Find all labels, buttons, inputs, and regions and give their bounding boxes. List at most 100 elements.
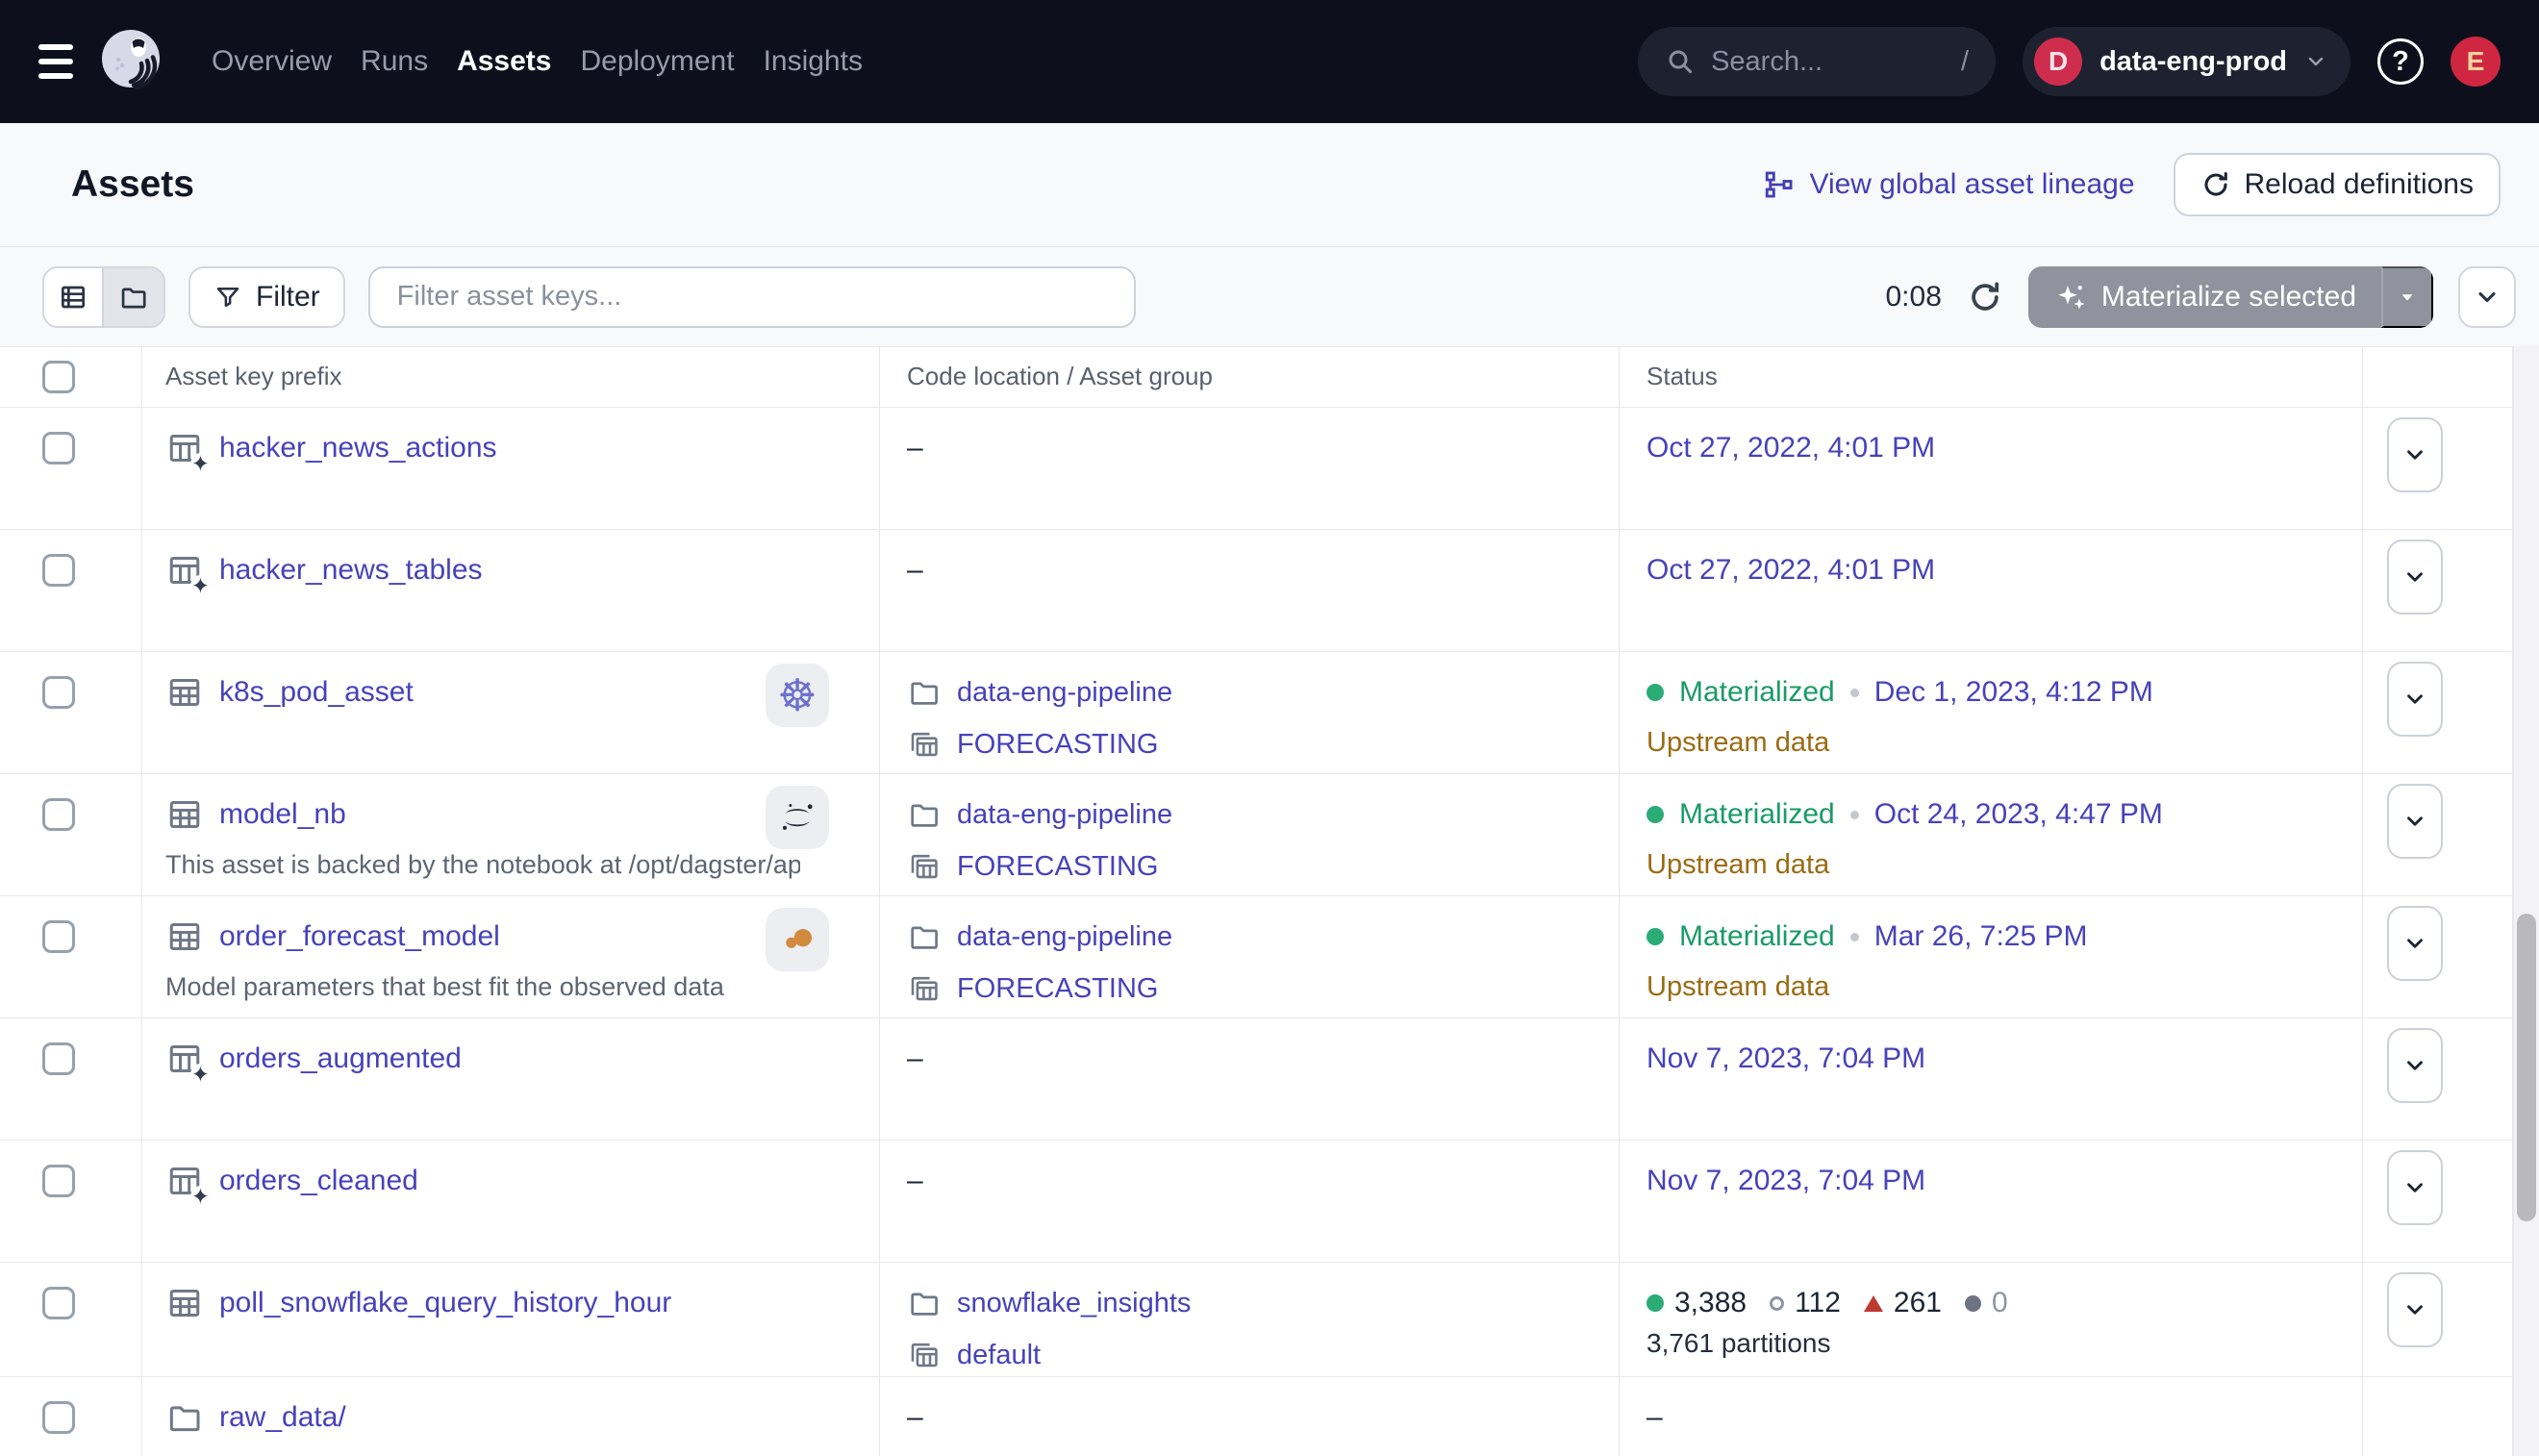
materialize-selected-button[interactable]: Materialize selected bbox=[2028, 266, 2381, 328]
nav-tab-assets[interactable]: Assets bbox=[457, 36, 551, 88]
code-location-link[interactable]: data-eng-pipeline bbox=[957, 799, 1172, 831]
asset-link[interactable]: model_nb bbox=[219, 798, 346, 831]
menu-button[interactable] bbox=[38, 44, 73, 79]
chevron-down-icon bbox=[2402, 687, 2427, 712]
materialization-date-link[interactable]: Oct 24, 2023, 4:47 PM bbox=[1874, 798, 2163, 831]
asset-group-link[interactable]: FORECASTING bbox=[957, 851, 1158, 883]
jupyter-icon bbox=[776, 796, 818, 839]
asset-link[interactable]: hacker_news_tables bbox=[219, 554, 483, 587]
folder-icon bbox=[907, 919, 942, 954]
table-row: raw_data/ – – bbox=[0, 1377, 2513, 1456]
materialized-status-dot bbox=[1647, 684, 1664, 701]
expand-row-button[interactable] bbox=[2387, 540, 2443, 615]
code-location-link[interactable]: data-eng-pipeline bbox=[957, 921, 1172, 953]
materialization-date-link[interactable]: Oct 27, 2022, 4:01 PM bbox=[1647, 432, 1935, 464]
column-header-asset-key: Asset key prefix bbox=[165, 362, 342, 390]
chevron-down-icon bbox=[2402, 565, 2427, 590]
expand-row-button[interactable] bbox=[2387, 1150, 2443, 1225]
asset-table-sparkle-icon: ✦ bbox=[165, 1040, 204, 1078]
table-icon bbox=[165, 917, 204, 956]
assets-table: Asset key prefix Code location / Asset g… bbox=[0, 346, 2513, 1456]
workspace-switcher[interactable]: D data-eng-prod bbox=[2023, 27, 2350, 96]
expand-row-button[interactable] bbox=[2387, 1028, 2443, 1103]
expand-row-button[interactable] bbox=[2387, 1272, 2443, 1347]
folder-icon bbox=[165, 1398, 204, 1437]
global-search[interactable]: / bbox=[1638, 27, 1996, 96]
asset-link[interactable]: orders_augmented bbox=[219, 1042, 462, 1075]
failed-partition-count: 261 bbox=[1864, 1287, 1942, 1319]
upstream-data-label: Upstream data bbox=[1647, 721, 2335, 764]
chevron-down-icon bbox=[2402, 1053, 2427, 1078]
flat-view-button[interactable] bbox=[44, 268, 104, 326]
help-button[interactable]: ? bbox=[2377, 38, 2424, 85]
materialization-date-link[interactable]: Nov 7, 2023, 7:04 PM bbox=[1647, 1165, 1925, 1197]
no-location-dash: – bbox=[907, 1165, 923, 1196]
asset-group-link[interactable]: default bbox=[957, 1340, 1041, 1371]
materialized-status-dot bbox=[1647, 928, 1664, 945]
row-checkbox[interactable] bbox=[42, 1401, 75, 1434]
nav-tab-runs[interactable]: Runs bbox=[361, 36, 428, 88]
missing-dot-icon bbox=[1965, 1295, 1981, 1312]
table-rows-icon bbox=[58, 282, 88, 313]
row-checkbox[interactable] bbox=[42, 554, 75, 587]
row-checkbox[interactable] bbox=[42, 920, 75, 953]
directory-view-button[interactable] bbox=[104, 268, 163, 326]
nav-tab-insights[interactable]: Insights bbox=[764, 36, 863, 88]
workspace-initial-badge: D bbox=[2034, 38, 2082, 86]
scrollbar-thumb[interactable] bbox=[2517, 914, 2536, 1221]
row-checkbox[interactable] bbox=[42, 1165, 75, 1197]
asset-link[interactable]: poll_snowflake_query_history_hour bbox=[219, 1287, 671, 1319]
hamburger-icon bbox=[38, 44, 73, 50]
row-checkbox[interactable] bbox=[42, 1287, 75, 1319]
no-location-dash: – bbox=[907, 554, 923, 586]
view-global-asset-lineage-link[interactable]: View global asset lineage bbox=[1763, 168, 2134, 201]
workspace-name: data-eng-prod bbox=[2099, 46, 2287, 78]
asset-link[interactable]: k8s_pod_asset bbox=[219, 676, 414, 709]
expand-row-button[interactable] bbox=[2387, 417, 2443, 492]
asset-group-link[interactable]: FORECASTING bbox=[957, 973, 1158, 1005]
expand-row-button[interactable] bbox=[2387, 662, 2443, 737]
materialize-options-caret[interactable] bbox=[2381, 266, 2433, 328]
refresh-button[interactable] bbox=[1967, 279, 2003, 315]
select-all-checkbox[interactable] bbox=[42, 361, 75, 393]
row-checkbox[interactable] bbox=[42, 676, 75, 709]
expand-row-button[interactable] bbox=[2387, 784, 2443, 859]
nav-tab-overview[interactable]: Overview bbox=[212, 36, 332, 88]
row-checkbox[interactable] bbox=[42, 798, 75, 831]
asset-link[interactable]: hacker_news_actions bbox=[219, 432, 497, 464]
table-row: model_nb This asset is backed by the not… bbox=[0, 774, 2513, 896]
row-checkbox[interactable] bbox=[42, 432, 75, 464]
top-navbar: Overview Runs Assets Deployment Insights… bbox=[0, 0, 2539, 123]
asset-table-sparkle-icon: ✦ bbox=[165, 1162, 204, 1200]
reload-definitions-button[interactable]: Reload definitions bbox=[2174, 153, 2501, 216]
row-checkbox[interactable] bbox=[42, 1042, 75, 1075]
folder-icon bbox=[907, 675, 942, 710]
table-icon bbox=[165, 795, 204, 834]
materialization-date-link[interactable]: Oct 27, 2022, 4:01 PM bbox=[1647, 554, 1935, 587]
upstream-data-label: Upstream data bbox=[1647, 966, 2335, 1008]
materialization-date-link[interactable]: Dec 1, 2023, 4:12 PM bbox=[1874, 676, 2153, 709]
nav-tab-deployment[interactable]: Deployment bbox=[580, 36, 734, 88]
asset-folder-link[interactable]: raw_data/ bbox=[219, 1401, 346, 1434]
expand-collapse-all-button[interactable] bbox=[2458, 266, 2516, 328]
materialization-date-link[interactable]: Nov 7, 2023, 7:04 PM bbox=[1647, 1042, 1925, 1075]
code-location-link[interactable]: data-eng-pipeline bbox=[957, 677, 1172, 709]
materialization-date-link[interactable]: Mar 26, 7:25 PM bbox=[1874, 920, 2088, 953]
asset-group-icon bbox=[907, 727, 942, 762]
filter-button[interactable]: Filter bbox=[189, 266, 345, 328]
expand-row-button[interactable] bbox=[2387, 906, 2443, 981]
filter-asset-keys-input[interactable] bbox=[368, 266, 1136, 328]
asset-link[interactable]: orders_cleaned bbox=[219, 1165, 418, 1197]
table-header-row: Asset key prefix Code location / Asset g… bbox=[0, 347, 2513, 408]
view-mode-toggle bbox=[42, 266, 165, 328]
column-header-status: Status bbox=[1647, 362, 1718, 390]
asset-group-link[interactable]: FORECASTING bbox=[957, 729, 1158, 761]
search-input[interactable] bbox=[1711, 46, 1946, 78]
table-row: ✦ hacker_news_tables – Oct 27, 2022, 4:0… bbox=[0, 530, 2513, 652]
code-location-link[interactable]: snowflake_insights bbox=[957, 1288, 1191, 1319]
materialized-partition-count: 3,388 bbox=[1647, 1287, 1747, 1319]
chevron-down-icon bbox=[2402, 1175, 2427, 1200]
asset-link[interactable]: order_forecast_model bbox=[219, 920, 500, 953]
user-avatar[interactable]: E bbox=[2451, 37, 2501, 87]
sparkle-icon: ✦ bbox=[190, 1186, 211, 1208]
